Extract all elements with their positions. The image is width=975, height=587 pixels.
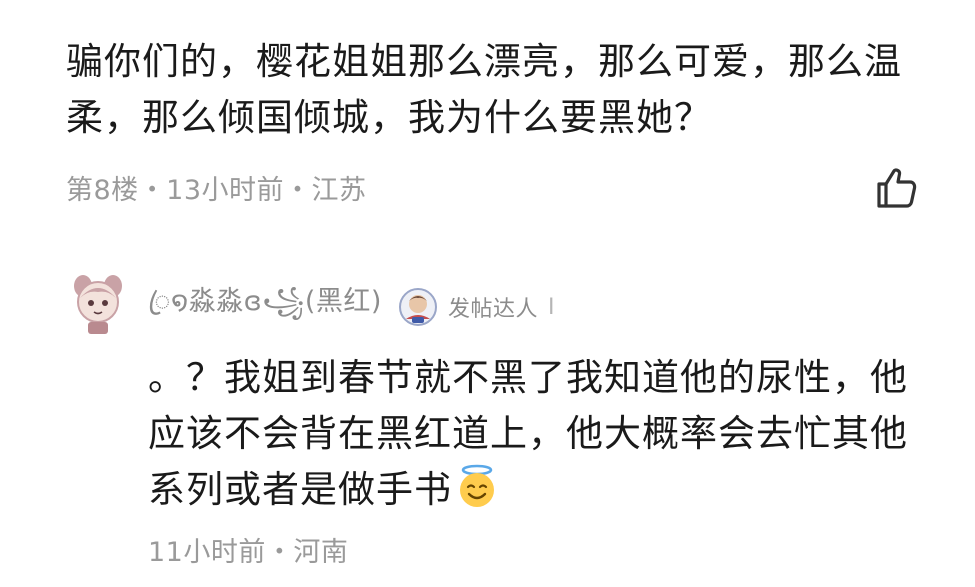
reply-body: 。？我姐到春节就不黑了我知道他的尿性，他应该不会背在黑红道上，他大概率会去忙其他… — [148, 350, 938, 518]
post-body: 骗你们的，樱花姐姐那么漂亮，那么可爱，那么温柔，那么倾国倾城，我为什么要黑她？ — [66, 40, 902, 139]
smiling-face-with-halo-icon — [460, 464, 494, 507]
reply-meta: 11小时前・河南 — [148, 537, 349, 568]
thumbs-up-icon — [877, 168, 917, 208]
avatar-image — [74, 275, 122, 334]
badge-level: I — [547, 294, 555, 320]
badge-medal-icon — [398, 288, 437, 326]
reply-text: 。？我姐到春节就不黑了我知道他的尿性，他应该不会背在黑红道上，他大概率会去忙其他… — [148, 356, 908, 511]
reply-user-row: ꦿ໑淼淼ɞ꧁(黑红) 发帖达人 I — [148, 285, 554, 329]
like-button[interactable] — [872, 164, 920, 212]
post-meta: 第8楼・13小时前・江苏 — [66, 175, 367, 206]
username[interactable]: ꦿ໑淼淼ɞ꧁(黑红) — [148, 279, 382, 335]
badge-label: 发帖达人 — [447, 297, 538, 322]
avatar[interactable] — [68, 274, 128, 336]
